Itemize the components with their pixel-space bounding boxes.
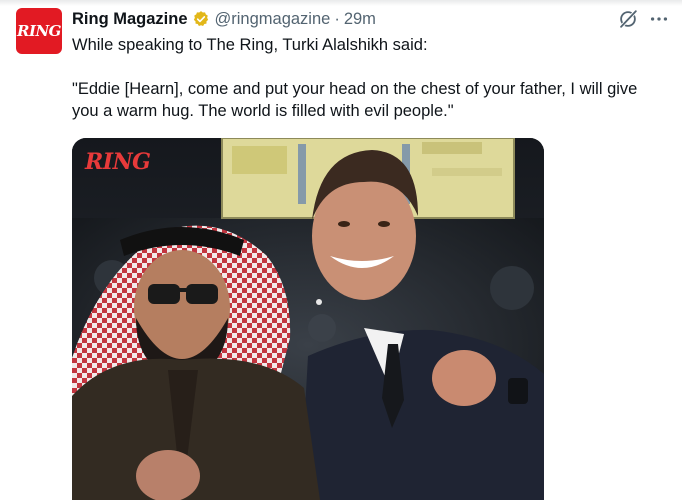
verified-badge-icon[interactable] xyxy=(192,10,210,28)
photo-illustration xyxy=(72,138,544,500)
avatar[interactable]: RING xyxy=(16,8,62,54)
post-timestamp[interactable]: 29m xyxy=(344,10,376,29)
previous-post-edge xyxy=(0,0,682,6)
post-header: Ring Magazine @ringmagazine · 29m xyxy=(72,8,376,30)
media-watermark-logo: RING xyxy=(85,149,151,175)
separator-dot: · xyxy=(334,9,340,28)
post-media-photo[interactable]: RING xyxy=(72,138,544,500)
post-text-quote: "Eddie [Hearn], come and put your head o… xyxy=(72,80,638,120)
avatar-logo: RING xyxy=(16,22,62,40)
more-icon[interactable] xyxy=(648,8,670,30)
grok-icon[interactable] xyxy=(617,8,639,30)
author-name[interactable]: Ring Magazine xyxy=(72,10,188,29)
post-text-intro: While speaking to The Ring, Turki Alalsh… xyxy=(72,36,428,54)
author-handle[interactable]: @ringmagazine xyxy=(215,10,331,29)
